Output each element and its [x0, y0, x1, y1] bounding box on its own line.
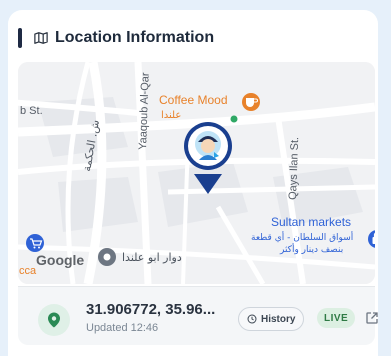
- poi-cca-label: cca: [19, 265, 37, 277]
- cart-icon[interactable]: [26, 234, 44, 252]
- google-logo: Google: [36, 252, 84, 268]
- live-badge: LIVE: [317, 308, 356, 328]
- updated-time: Updated 12:46: [86, 322, 159, 334]
- coordinates-value: 31.906772, 35.96...: [86, 301, 216, 318]
- history-button[interactable]: History: [238, 307, 305, 331]
- place-icon[interactable]: [98, 248, 116, 266]
- poi-sultan-arabic-1: أسواق السلطان - أي قطعة: [251, 231, 353, 243]
- poi-roundabout: دوار ابو علندا: [122, 251, 182, 264]
- history-clock-icon: [247, 314, 257, 324]
- header-accent-bar: [18, 28, 22, 48]
- street-label: b St.: [20, 105, 43, 117]
- poi-sultan-arabic-2: بنصف دينار وأكثر: [279, 243, 343, 255]
- section-header: Location Information: [18, 28, 214, 48]
- history-button-label: History: [261, 313, 296, 325]
- external-link-icon[interactable]: [365, 311, 379, 325]
- location-card: Location Information b St. Yaaqoub Al-Qa…: [8, 10, 378, 356]
- active-dot: [230, 115, 238, 123]
- map-canvas[interactable]: b St. Yaaqoub Al-Qar Qays Ilan St. ش. ال…: [18, 62, 375, 284]
- poi-coffee-arabic: علندا: [161, 110, 181, 121]
- poi-coffee-name[interactable]: Coffee Mood: [159, 93, 228, 107]
- street-label: Qays Ilan St.: [287, 137, 301, 200]
- location-info-bar: 31.906772, 35.96... Updated 12:46 Histor…: [18, 286, 378, 345]
- location-pin-badge: [38, 304, 70, 336]
- coffee-icon[interactable]: [242, 93, 260, 111]
- poi-sultan-name[interactable]: Sultan markets: [271, 215, 351, 229]
- section-title: Location Information: [55, 29, 215, 46]
- map-view[interactable]: b St. Yaaqoub Al-Qar Qays Ilan St. ش. ال…: [18, 62, 375, 284]
- location-pin-icon: [48, 312, 60, 328]
- map-icon: [34, 32, 48, 44]
